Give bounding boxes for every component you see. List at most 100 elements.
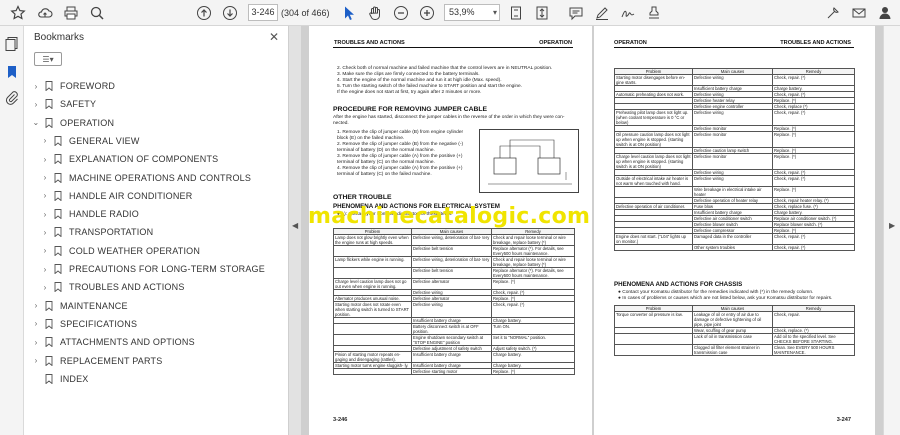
table-cell: Starting motor turns engine sluggish- ly… [333,362,412,369]
chevron-right-icon[interactable]: › [40,173,50,182]
chevron-right-icon[interactable]: › [31,356,41,365]
bookmark-item[interactable]: › EXPLANATION OF COMPONENTS [40,151,218,167]
bookmark-options-button[interactable]: ☰▾ [34,52,62,66]
right-panel-handle[interactable]: ▶ [883,26,900,435]
table-cell: Starting motor disengages before en- gin… [614,74,693,86]
bookmark-label: PRECAUTIONS FOR LONG-TERM STORAGE [69,264,265,274]
bookmark-item[interactable]: INDEX [31,371,89,387]
table-row: Other system troubles Check, repair. (*) [614,244,855,251]
table-cell: Preheating pilot lamp does not light up.… [614,109,693,126]
chevron-right-icon[interactable]: › [40,191,50,200]
stamp-icon[interactable] [645,4,663,22]
mail-icon[interactable] [850,4,868,22]
highlight-pen-icon[interactable] [593,4,611,22]
bookmark-icon [45,373,53,384]
profile-icon[interactable] [876,4,894,22]
bookmark-label: SAFETY [60,99,97,110]
previous-page-icon[interactable] [195,4,213,22]
table-cell: Add oil to the specified level. See CHEC… [772,333,855,345]
scroll-mode-icon[interactable] [533,4,551,22]
zoom-out-icon[interactable] [392,4,410,22]
table-cell: Charge level caution lamp does not light… [614,153,693,170]
chevron-right-icon[interactable]: › [31,338,41,347]
bookmark-item[interactable]: › COLD WEATHER OPERATION [40,243,200,259]
table-cell: Charge battery. [491,351,575,363]
table-cell: Defective monitor [692,153,773,170]
select-cursor-icon[interactable] [340,4,358,22]
bookmark-item[interactable]: › TRANSPORTATION [40,224,153,240]
bookmark-item[interactable]: › HANDLE AIR CONDITIONER [40,188,192,204]
bookmark-item[interactable]: › MAINTENANCE [31,298,128,314]
chevron-right-icon[interactable]: › [40,136,50,145]
chevron-down-icon[interactable]: ⌄ [31,118,41,127]
chevron-right-icon[interactable]: › [31,82,41,91]
bookmark-item[interactable]: › FOREWORD [31,78,115,94]
page-number-input[interactable]: 3-246 [248,4,278,21]
tools-icon[interactable] [824,4,842,22]
chevron-right-icon[interactable]: › [40,265,50,274]
bookmark-item[interactable]: › PRECAUTIONS FOR LONG-TERM STORAGE [40,261,265,277]
fit-page-icon[interactable] [507,4,525,22]
table-cell: Check and repair loose terminal or wire … [491,256,575,268]
zoom-in-icon[interactable] [418,4,436,22]
bookmark-item[interactable]: › HANDLE RADIO [40,206,139,222]
upload-cloud-icon[interactable] [36,4,54,22]
bookmark-icon [45,337,53,348]
table-cell [614,244,693,251]
table-row: Preheating pilot lamp does not light up.… [614,109,855,126]
table-cell: Engine does not start. ("L04" lights up … [614,233,693,245]
document-viewer[interactable]: TROUBLES AND ACTIONS OPERATION 2. Check … [301,26,883,435]
bookmark-label: MACHINE OPERATIONS AND CONTROLS [69,172,252,183]
bookmark-item[interactable]: › SPECIFICATIONS [31,316,137,332]
bookmarks-panel-icon[interactable] [4,64,20,80]
table-cell: Lack of oil in transmission case [692,333,773,345]
table-cell: Defective alternator [411,278,492,290]
bookmark-star-icon[interactable] [9,4,27,22]
bookmark-item[interactable]: › REPLACEMENT PARTS [31,353,162,369]
step: If the engine does not start at first, t… [337,90,482,95]
table-cell: Lamp flickers while engine is running. [333,256,412,268]
chevron-right-icon[interactable]: › [31,319,41,328]
bookmark-item[interactable]: › MACHINE OPERATIONS AND CONTROLS [40,170,251,186]
pages-panel-icon[interactable] [4,36,20,52]
table-row: Charge level caution lamp does not light… [614,153,855,170]
jumper-step-list: 1. Remove the clip of jumper cable (B) f… [337,130,475,178]
search-icon[interactable] [88,4,106,22]
bookmark-label: REPLACEMENT PARTS [60,355,163,366]
close-icon[interactable]: ✕ [269,30,279,44]
step: 1. Remove the clip of jumper cable (B) f… [337,130,464,141]
bookmark-label: HANDLE RADIO [69,209,139,220]
table-cell: Replace. (*) [491,368,575,375]
chevron-right-icon[interactable]: › [31,301,41,310]
comment-icon[interactable] [567,4,585,22]
next-page-icon[interactable] [221,4,239,22]
bookmark-icon [54,154,62,165]
table-cell: Defective wiring, deterioration of bat- … [411,256,492,268]
chevron-right-icon[interactable]: › [40,210,50,219]
table-cell [333,368,412,375]
bookmark-item[interactable]: › SAFETY [31,96,96,112]
bookmark-item[interactable]: › GENERAL VIEW [40,133,140,149]
chevron-right-icon[interactable]: › [40,228,50,237]
signature-icon[interactable] [619,4,637,22]
panel-collapse-handle[interactable]: ◀ [289,26,301,435]
chevron-right-icon[interactable]: › [40,246,50,255]
table-cell: Defective belt tension [411,245,492,257]
page-number: 3-247 [836,417,851,423]
attachments-panel-icon[interactable] [4,90,20,106]
bookmark-item[interactable]: ⌄ OPERATION [31,115,114,131]
table-row: Wire breakage in electrical intake air h… [614,186,855,198]
print-icon[interactable] [62,4,80,22]
bookmark-item[interactable]: › TROUBLES AND ACTIONS [40,279,185,295]
chassis-notes: ● Contact your Komatsu distributor for t… [618,290,854,302]
table-cell: Check, repair. (*) [491,301,575,318]
note: ● In cases of problems or causes which a… [618,296,833,301]
table-cell: Torque converter oil pressure is low. [614,311,693,328]
chevron-right-icon[interactable]: › [40,283,50,292]
zoom-level-select[interactable]: 53,9% ▾ [444,4,500,21]
chevron-right-icon[interactable]: › [40,155,50,164]
hand-tool-icon[interactable] [366,4,384,22]
chevron-right-icon[interactable]: › [31,100,41,109]
table-cell: Outside of electrical intake air heater … [614,175,693,187]
bookmark-item[interactable]: › ATTACHMENTS AND OPTIONS [31,334,195,350]
